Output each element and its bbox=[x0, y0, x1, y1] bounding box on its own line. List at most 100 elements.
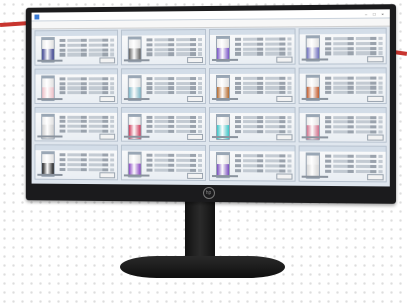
card-action-button[interactable] bbox=[99, 57, 116, 64]
info-line bbox=[59, 129, 115, 133]
timestamp bbox=[37, 173, 63, 176]
vial-cap bbox=[127, 36, 142, 40]
card-action-button[interactable] bbox=[367, 55, 384, 63]
info-line bbox=[325, 51, 383, 55]
info-line bbox=[146, 91, 203, 95]
timestamp bbox=[123, 59, 150, 62]
card-footer bbox=[37, 57, 116, 64]
info-line bbox=[235, 154, 292, 158]
info-line bbox=[235, 51, 292, 56]
monitor-stand-base bbox=[120, 256, 285, 278]
card-action-button[interactable] bbox=[187, 95, 204, 102]
sample-card[interactable] bbox=[120, 106, 207, 143]
sample-card[interactable] bbox=[120, 144, 207, 181]
timestamp bbox=[211, 175, 239, 178]
card-footer bbox=[123, 95, 204, 102]
card-action-button[interactable] bbox=[367, 95, 384, 102]
card-action-button[interactable] bbox=[99, 95, 116, 102]
card-footer bbox=[301, 134, 384, 141]
sample-card[interactable] bbox=[34, 29, 119, 66]
card-header bbox=[299, 146, 386, 153]
card-action-button[interactable] bbox=[367, 134, 384, 141]
card-info-lines bbox=[235, 154, 292, 174]
maximize-icon[interactable]: □ bbox=[370, 11, 378, 16]
info-line bbox=[59, 124, 115, 129]
info-line bbox=[59, 38, 115, 43]
info-line bbox=[325, 76, 383, 80]
sample-card[interactable] bbox=[298, 67, 387, 104]
info-line bbox=[146, 86, 203, 90]
timestamp bbox=[301, 175, 329, 178]
info-line bbox=[146, 168, 203, 172]
close-icon[interactable]: × bbox=[378, 11, 386, 16]
info-line bbox=[325, 46, 383, 51]
card-action-button[interactable] bbox=[99, 133, 116, 140]
card-footer bbox=[301, 55, 384, 63]
card-header bbox=[35, 69, 118, 75]
card-action-button[interactable] bbox=[187, 56, 204, 63]
sample-card[interactable] bbox=[34, 106, 119, 142]
card-info-lines bbox=[235, 76, 292, 96]
timestamp bbox=[301, 58, 329, 61]
timestamp bbox=[211, 58, 239, 61]
info-line bbox=[235, 125, 292, 129]
info-line bbox=[146, 38, 203, 42]
vial-cap bbox=[215, 113, 230, 117]
card-footer bbox=[211, 173, 293, 180]
card-action-button[interactable] bbox=[276, 134, 293, 141]
card-action-button[interactable] bbox=[276, 56, 293, 63]
card-info-lines bbox=[325, 115, 383, 136]
sample-card[interactable] bbox=[298, 145, 387, 183]
vial-cap bbox=[41, 75, 55, 79]
info-line bbox=[59, 158, 115, 162]
card-header bbox=[299, 107, 386, 113]
card-action-button[interactable] bbox=[187, 134, 204, 141]
sample-card[interactable] bbox=[298, 27, 387, 65]
info-line bbox=[235, 129, 292, 134]
info-line bbox=[59, 162, 115, 167]
app-icon bbox=[34, 14, 40, 19]
card-info-lines bbox=[59, 153, 115, 173]
vial-cap bbox=[305, 152, 320, 156]
info-line bbox=[235, 81, 292, 85]
vial-cap bbox=[305, 35, 320, 39]
sample-card[interactable] bbox=[34, 68, 119, 104]
info-line bbox=[325, 125, 383, 129]
sample-card[interactable] bbox=[34, 144, 119, 181]
sample-card[interactable] bbox=[298, 106, 387, 143]
info-line bbox=[235, 120, 292, 124]
timestamp bbox=[211, 97, 239, 100]
info-line bbox=[235, 86, 292, 90]
card-action-button[interactable] bbox=[187, 172, 204, 179]
minimize-icon[interactable]: – bbox=[362, 11, 370, 16]
card-header bbox=[209, 146, 295, 152]
card-info-lines bbox=[325, 76, 383, 96]
info-line bbox=[235, 76, 292, 80]
sample-card[interactable] bbox=[120, 29, 207, 66]
card-footer bbox=[37, 133, 116, 140]
info-line bbox=[325, 81, 383, 85]
info-line bbox=[146, 81, 203, 85]
sample-card[interactable] bbox=[208, 106, 296, 143]
card-info-lines bbox=[146, 76, 203, 96]
vial-cap bbox=[127, 151, 142, 155]
card-footer bbox=[123, 172, 204, 179]
vial-cap bbox=[127, 74, 142, 78]
card-action-button[interactable] bbox=[276, 173, 293, 180]
sample-card[interactable] bbox=[120, 67, 207, 104]
sample-card[interactable] bbox=[208, 145, 296, 182]
card-action-button[interactable] bbox=[276, 95, 293, 102]
card-footer bbox=[37, 172, 116, 179]
card-action-button[interactable] bbox=[367, 174, 384, 181]
timestamp bbox=[37, 135, 63, 138]
card-info-lines bbox=[235, 37, 292, 57]
sample-card[interactable] bbox=[208, 28, 296, 65]
card-action-button[interactable] bbox=[99, 172, 116, 179]
info-line bbox=[146, 129, 203, 134]
card-header bbox=[299, 28, 386, 35]
info-line bbox=[325, 169, 383, 173]
info-line bbox=[146, 124, 203, 129]
sample-card[interactable] bbox=[208, 67, 296, 104]
card-info-lines bbox=[59, 77, 115, 96]
vial-cap bbox=[305, 74, 320, 78]
